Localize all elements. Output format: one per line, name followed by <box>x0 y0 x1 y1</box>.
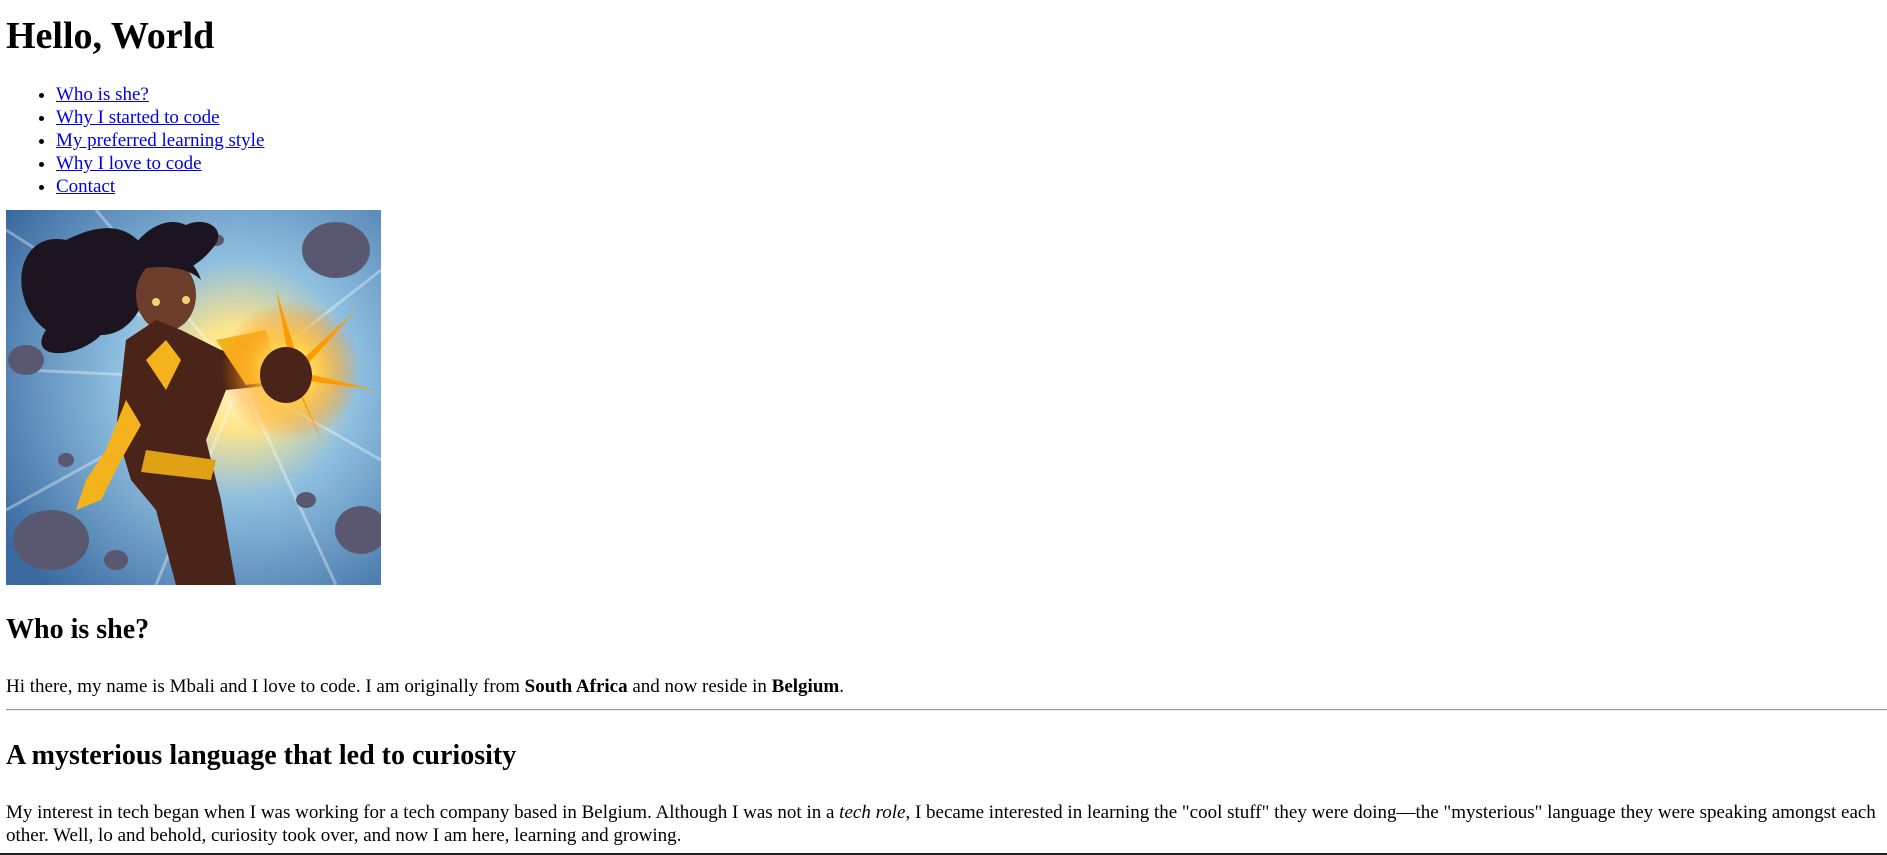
page: Hello, World Who is she? Why I started t… <box>0 0 1887 855</box>
nav-link-learning-style[interactable]: My preferred learning style <box>56 130 264 151</box>
mysterious-paragraph: My interest in tech began when I was wor… <box>6 801 1876 847</box>
nav-item: Why I started to code <box>56 106 1881 129</box>
who-text-end: . <box>839 676 844 697</box>
nav-item: Who is she? <box>56 83 1881 106</box>
nav-list: Who is she? Why I started to code My pre… <box>6 83 1881 198</box>
section-heading-mysterious: A mysterious language that led to curios… <box>6 740 517 771</box>
mysterious-emphasis: tech role <box>839 802 906 823</box>
nav-item: Why I love to code <box>56 152 1881 175</box>
nav-link-who-is-she[interactable]: Who is she? <box>56 84 149 105</box>
page-title: Hello, World <box>6 15 215 57</box>
content: Hello, World Who is she? Why I started t… <box>0 14 1887 847</box>
country-now: Belgium <box>771 676 840 697</box>
section-divider <box>6 709 1887 711</box>
nav-link-why-started[interactable]: Why I started to code <box>56 107 220 128</box>
mysterious-text-before: My interest in tech began when I was wor… <box>6 802 840 823</box>
country-from: South Africa <box>524 676 628 697</box>
nav-link-why-love[interactable]: Why I love to code <box>56 153 202 174</box>
nav-link-contact[interactable]: Contact <box>56 176 115 197</box>
nav-item: My preferred learning style <box>56 129 1881 152</box>
who-text-before: Hi there, my name is Mbali and I love to… <box>6 676 525 697</box>
who-text-middle: and now reside in <box>627 676 772 697</box>
section-heading-who: Who is she? <box>6 614 150 645</box>
who-paragraph: Hi there, my name is Mbali and I love to… <box>6 675 1881 698</box>
hero-image <box>6 210 381 585</box>
nav-item: Contact <box>56 175 1881 198</box>
